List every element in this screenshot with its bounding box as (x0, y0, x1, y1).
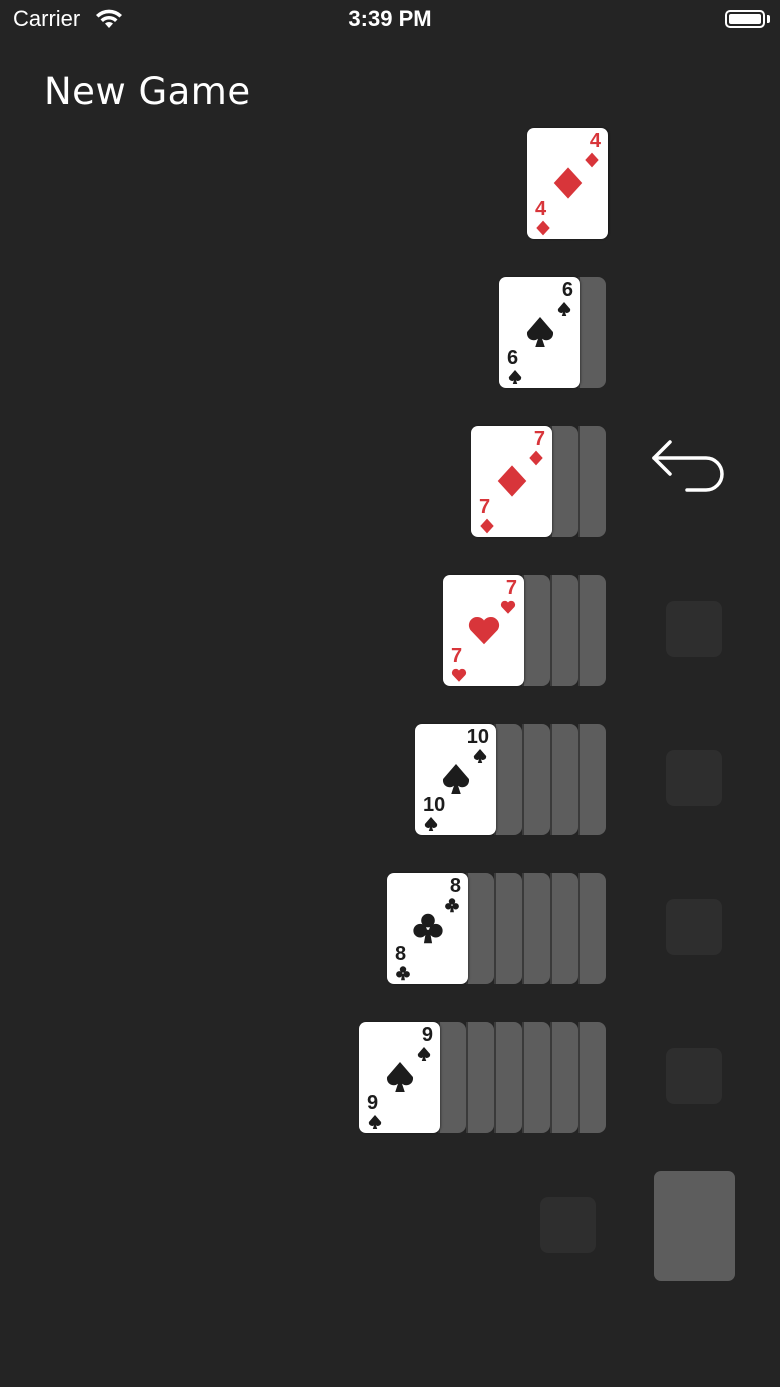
diamond-icon (497, 465, 527, 497)
face-down-card (468, 1022, 494, 1133)
face-down-card (580, 1022, 606, 1133)
card-rank: 7 (479, 496, 491, 518)
card-rank: 9 (367, 1092, 379, 1114)
playing-card[interactable]: 77 (443, 575, 524, 686)
status-time: 3:39 PM (348, 6, 432, 31)
card-rank: 6 (561, 279, 573, 301)
face-down-card (580, 426, 606, 537)
club-icon (445, 898, 459, 913)
new-game-button[interactable]: New Game (44, 70, 251, 113)
playing-card[interactable]: 10 10 (415, 724, 496, 835)
battery-icon (725, 10, 765, 28)
face-down-card (496, 1022, 522, 1133)
foundation-slot-4[interactable] (666, 1048, 722, 1104)
waste-slot[interactable] (540, 1197, 596, 1253)
face-down-card (524, 575, 550, 686)
heart-icon (468, 616, 500, 645)
diamond-icon (529, 450, 543, 466)
spade-icon (386, 1062, 414, 1092)
playing-card[interactable]: 66 (499, 277, 580, 388)
playing-card[interactable]: 99 (359, 1022, 440, 1133)
card-rank: 10 (466, 726, 489, 748)
card-rank: 9 (421, 1024, 433, 1046)
heart-icon (500, 600, 516, 614)
diamond-icon (553, 167, 583, 199)
card-rank: 8 (395, 943, 407, 965)
card-rank: 7 (533, 428, 545, 450)
diamond-icon (480, 518, 494, 534)
playing-card[interactable]: 77 (471, 426, 552, 537)
spade-icon (526, 317, 554, 347)
face-down-card (496, 724, 522, 835)
playing-card[interactable]: 88 (387, 873, 468, 984)
spade-icon (508, 369, 522, 385)
club-icon (396, 966, 410, 981)
face-down-card (552, 575, 578, 686)
face-down-card (440, 1022, 466, 1133)
face-down-card (524, 1022, 550, 1133)
spade-icon (368, 1114, 382, 1130)
card-rank: 6 (507, 347, 519, 369)
card-rank: 10 (423, 794, 446, 816)
spade-icon (473, 748, 487, 764)
face-down-card (552, 1022, 578, 1133)
face-down-card (468, 873, 494, 984)
card-rank: 4 (535, 198, 547, 220)
diamond-icon (536, 220, 550, 236)
spade-icon (442, 764, 470, 794)
face-down-card (552, 724, 578, 835)
club-icon (413, 913, 443, 944)
foundation-slot-1[interactable] (666, 601, 722, 657)
undo-button[interactable] (650, 434, 740, 500)
spade-icon (424, 816, 438, 832)
stock-pile[interactable] (654, 1171, 735, 1281)
card-rank: 4 (589, 130, 601, 152)
face-down-card (524, 873, 550, 984)
spade-icon (557, 301, 571, 317)
card-rank: 7 (451, 645, 463, 667)
face-down-card (580, 575, 606, 686)
face-down-card (524, 724, 550, 835)
card-rank: 7 (505, 577, 517, 599)
face-down-card (580, 873, 606, 984)
face-down-card (552, 873, 578, 984)
face-down-card (552, 426, 578, 537)
foundation-slot-2[interactable] (666, 750, 722, 806)
face-down-card (580, 277, 606, 388)
diamond-icon (585, 152, 599, 168)
foundation-slot-3[interactable] (666, 899, 722, 955)
battery-nub (767, 15, 770, 23)
card-rank: 8 (449, 875, 461, 897)
playing-card[interactable]: 44 (527, 128, 608, 239)
undo-arrow-icon (652, 440, 724, 492)
face-down-card (580, 724, 606, 835)
heart-icon (451, 668, 467, 682)
spade-icon (417, 1046, 431, 1062)
face-down-card (496, 873, 522, 984)
status-bar: Carrier 3:39 PM (0, 0, 780, 40)
